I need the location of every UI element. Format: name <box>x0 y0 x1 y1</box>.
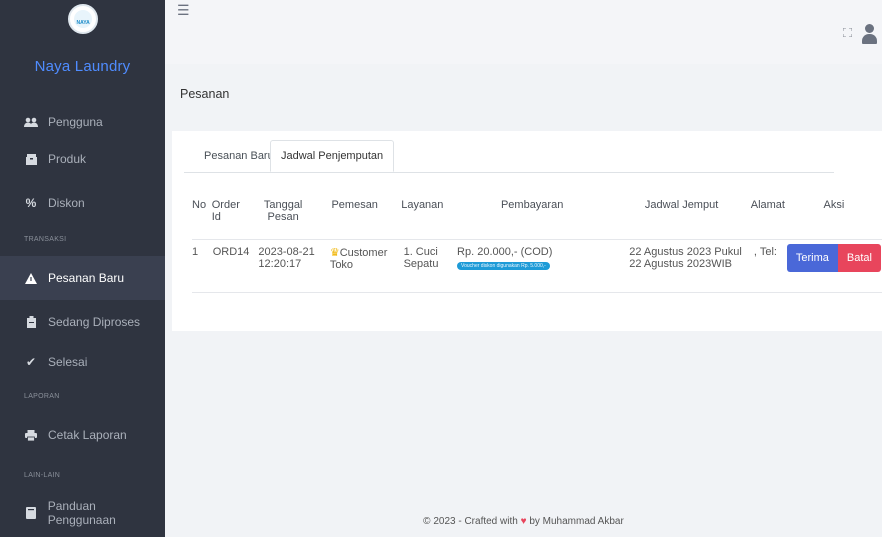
topbar: ☰ <box>165 0 882 64</box>
sidebar-item-pesanan-baru[interactable]: Pesanan Baru <box>0 256 165 300</box>
sidebar-item-diskon[interactable]: % Diskon <box>0 184 165 222</box>
logo-text: NAYA <box>76 20 90 26</box>
column-header-aksi: Aksi <box>823 199 845 211</box>
percent-icon: % <box>25 196 37 210</box>
cell-order-id: ORD14 <box>211 239 251 293</box>
warning-icon <box>24 271 38 285</box>
footer-prefix: © 2023 - Crafted with <box>423 516 518 527</box>
heart-icon: ♥ <box>520 516 527 527</box>
orders-card: Pesanan Baru Jadwal Penjemputan No Order… <box>172 131 882 331</box>
column-header-tanggal: Tanggal Pesan <box>263 199 303 223</box>
column-header-alamat: Alamat <box>750 199 785 211</box>
cell-jadwal: 22 Agustus 2023 Pukul 22 Agustus 2023WIB <box>613 239 750 293</box>
naya-logo[interactable]: NAYA <box>67 4 98 34</box>
sidebar-item-sedang-diproses[interactable]: Sedang Diproses <box>0 303 165 341</box>
cell-layanan: 1. Cuci Sepatu <box>393 239 452 293</box>
footer: © 2023 - Crafted with ♥ by Muhammad Akba… <box>165 516 882 527</box>
user-icon[interactable] <box>861 24 877 44</box>
column-header-pembayaran: Pembayaran <box>500 199 564 211</box>
sidebar-item-label: Pesanan Baru <box>48 271 125 285</box>
brand-name[interactable]: Naya Laundry <box>0 58 165 75</box>
sidebar: NAYA Naya Laundry Pengguna Produk % Disk… <box>0 0 165 537</box>
tabs: Pesanan Baru Jadwal Penjemputan <box>184 140 834 173</box>
terima-button[interactable]: Terima <box>786 244 838 272</box>
user-body <box>862 34 877 44</box>
column-header-no: No <box>192 199 207 211</box>
clipboard-icon <box>24 315 38 329</box>
users-icon <box>24 115 38 129</box>
cell-pembayaran: Rp. 20.000,- (COD) Voucher diskon diguna… <box>451 239 614 293</box>
sidebar-item-produk[interactable]: Produk <box>0 140 165 178</box>
sidebar-item-label: Produk <box>48 152 87 166</box>
sidebar-item-label: Sedang Diproses <box>48 315 141 329</box>
column-header-jadwal: Jadwal Jemput <box>644 199 719 211</box>
table-header-row: No Order Id Tanggal Pesan Pemesan Layana… <box>192 199 882 240</box>
orders-table: No Order Id Tanggal Pesan Pemesan Layana… <box>192 199 882 293</box>
footer-suffix: by Muhammad Akbar <box>529 516 624 527</box>
logo-wrap: NAYA <box>0 0 165 62</box>
voucher-badge: Voucher diskon digunakan Rp. 5.000,- <box>457 262 550 270</box>
sidebar-item-label: Diskon <box>48 196 85 210</box>
cell-alamat: , Tel: <box>749 239 786 293</box>
column-header-order-id: Order Id <box>211 199 240 223</box>
cell-aksi: Terima Batal <box>785 239 882 293</box>
check-icon: ✔ <box>25 355 37 369</box>
page-title: Pesanan <box>180 87 230 101</box>
sidebar-item-selesai[interactable]: ✔ Selesai <box>0 343 165 381</box>
column-header-pemesan: Pemesan <box>331 199 378 211</box>
expand-icon[interactable] <box>843 28 852 37</box>
sidebar-item-pengguna[interactable]: Pengguna <box>0 103 165 141</box>
print-icon <box>24 428 38 442</box>
table-row: 1 ORD14 2023-08-21 12:20:17 ♛Customer To… <box>192 239 882 293</box>
sidebar-item-label: Selesai <box>48 355 88 369</box>
sidebar-item-label: Cetak Laporan <box>48 428 127 442</box>
user-head <box>865 24 874 33</box>
pembayaran-amount: Rp. 20.000,- (COD) <box>457 246 553 258</box>
sidebar-item-cetak-laporan[interactable]: Cetak Laporan <box>0 416 165 454</box>
book-icon <box>24 506 38 520</box>
column-header-layanan: Layanan <box>401 199 444 211</box>
cell-pemesan: ♛Customer Toko <box>315 239 394 293</box>
nav-header-transaksi: TRANSAKSI <box>24 236 67 243</box>
sidebar-item-panduan[interactable]: Panduan Penggunaan <box>0 494 165 532</box>
crown-icon: ♛ <box>329 247 340 259</box>
tab-jadwal-penjemputan[interactable]: Jadwal Penjemputan <box>270 140 395 172</box>
batal-button[interactable]: Batal <box>837 244 881 272</box>
box-icon <box>24 152 38 166</box>
hamburger-icon[interactable]: ☰ <box>177 2 190 19</box>
nav-header-lain-lain: LAIN-LAIN <box>24 472 61 479</box>
sidebar-item-label: Panduan Penggunaan <box>47 499 116 527</box>
nav-header-laporan: LAPORAN <box>24 393 60 400</box>
sidebar-item-label: Pengguna <box>48 115 103 129</box>
cell-tanggal: 2023-08-21 12:20:17 <box>250 239 316 293</box>
cell-no: 1 <box>192 239 212 293</box>
